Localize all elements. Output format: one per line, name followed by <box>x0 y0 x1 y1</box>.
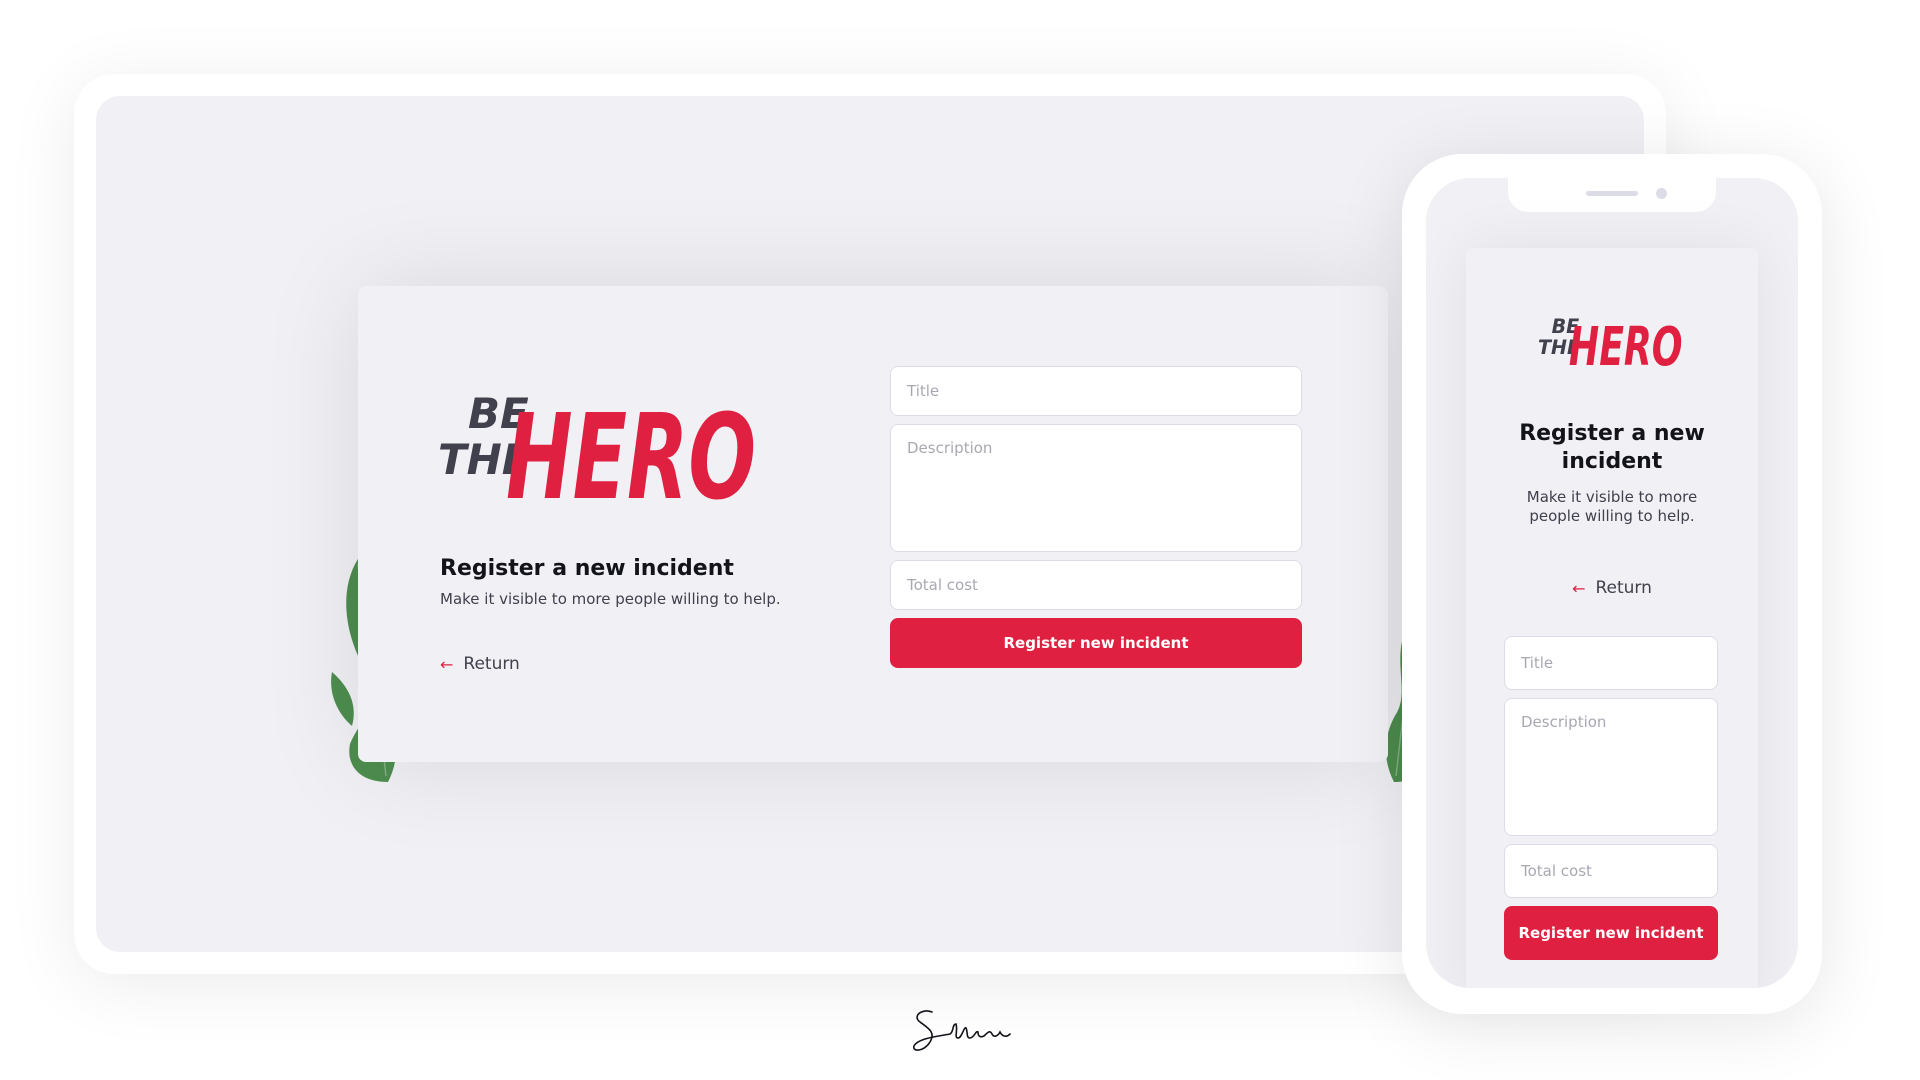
be-the-hero-logo: BE THE HERO <box>438 388 756 516</box>
mobile-description-textarea[interactable] <box>1504 698 1718 836</box>
logo-text-hero: HERO <box>1569 315 1683 374</box>
signature-icon <box>913 1010 1011 1051</box>
title-input[interactable] <box>890 366 1302 416</box>
phone-screen: BE THE HERO Register a new incident Make… <box>1426 178 1798 988</box>
register-card: BE THE HERO Register a new incident Make… <box>358 286 1388 762</box>
arrow-left-icon: ← <box>1572 578 1586 598</box>
page-subtitle: Make it visible to more people willing t… <box>440 590 781 608</box>
mobile-register-form: Register new incident <box>1504 636 1718 960</box>
mobile-title-input[interactable] <box>1504 636 1718 690</box>
phone-register-card: BE THE HERO Register a new incident Make… <box>1466 248 1758 988</box>
register-form: Register new incident <box>890 366 1302 668</box>
page-title: Register a new incident <box>440 556 734 581</box>
camera-icon <box>1656 188 1667 199</box>
phone-notch <box>1508 178 1716 212</box>
total-cost-input[interactable] <box>890 560 1302 610</box>
mobile-return-link-label: Return <box>1595 578 1652 598</box>
mobile-page-title: Register a new incident <box>1519 421 1705 474</box>
mobile-register-button[interactable]: Register new incident <box>1504 906 1718 960</box>
be-the-hero-logo-mobile: BE THE HERO <box>1538 315 1683 374</box>
return-link-label: Return <box>463 654 520 674</box>
speaker-icon <box>1586 191 1638 196</box>
logo-text-hero: HERO <box>506 388 756 516</box>
mobile-page-subtitle: Make it visible to more people willing t… <box>1526 488 1698 525</box>
mobile-return-link[interactable]: ← Return <box>1466 578 1758 598</box>
phone-frame: BE THE HERO Register a new incident Make… <box>1402 154 1822 1014</box>
return-link[interactable]: ← Return <box>440 654 520 674</box>
arrow-left-icon: ← <box>440 654 454 674</box>
mobile-total-cost-input[interactable] <box>1504 844 1718 898</box>
register-button[interactable]: Register new incident <box>890 618 1302 668</box>
description-textarea[interactable] <box>890 424 1302 552</box>
